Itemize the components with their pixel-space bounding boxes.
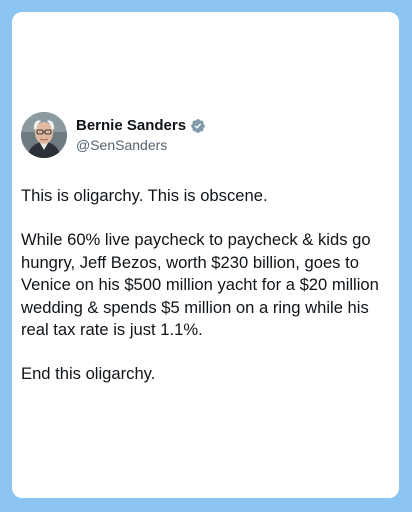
tweet-paragraph: While 60% live paycheck to paycheck & ki…: [21, 230, 384, 340]
verified-badge-icon: [190, 118, 206, 134]
tweet-header: Bernie Sanders @SenSanders: [21, 112, 206, 158]
tweet-paragraph: This is oligarchy. This is obscene.: [21, 186, 268, 205]
profile-photo-icon: [21, 112, 67, 158]
author-names: Bernie Sanders @SenSanders: [76, 117, 206, 154]
tweet-card: Bernie Sanders @SenSanders This is oliga…: [12, 12, 399, 498]
author-display-name[interactable]: Bernie Sanders: [76, 117, 186, 135]
avatar[interactable]: [21, 112, 67, 158]
author-handle[interactable]: @SenSanders: [76, 136, 206, 154]
tweet-text: This is oligarchy. This is obscene. Whil…: [21, 185, 393, 386]
name-row: Bernie Sanders: [76, 117, 206, 135]
tweet-paragraph: End this oligarchy.: [21, 364, 156, 384]
